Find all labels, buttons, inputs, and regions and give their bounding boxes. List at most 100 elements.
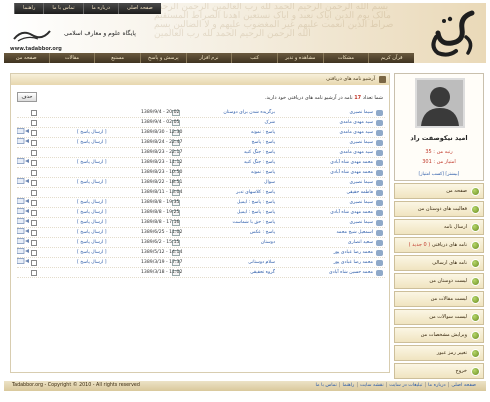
main-nav-my-page[interactable]: صفحه من — [4, 53, 49, 63]
message-row[interactable]: سید مهدی مامدی شرک 1389/9/4 - 02:05 — [17, 118, 385, 128]
reply-icon[interactable] — [16, 128, 29, 134]
message-sender[interactable]: سعید انصاری — [311, 239, 373, 247]
reply-icon[interactable] — [16, 138, 29, 144]
sidebar-item[interactable]: صفحه من — [394, 183, 484, 199]
reply-link[interactable]: [ ارسال پاسخ ] — [77, 209, 127, 217]
avatar[interactable] — [415, 78, 465, 128]
main-nav-tadabbor[interactable]: مشاهده و تدبر — [276, 53, 323, 63]
reply-link[interactable]: [ ارسال پاسخ ] — [77, 239, 127, 247]
message-row[interactable]: محمد رضا عبادی پور 1389/5/12 - 14:14 [ ارس… — [16, 248, 385, 258]
sidebar-item[interactable]: لیست مقالات من — [394, 291, 484, 307]
reply-icon[interactable] — [16, 178, 29, 184]
message-checkbox[interactable] — [31, 170, 37, 176]
message-checkbox[interactable] — [31, 180, 37, 186]
message-sender[interactable]: سید مهدی مامدی — [311, 129, 373, 137]
message-sender[interactable]: محمد مهدی شاه آبادی — [311, 159, 373, 167]
message-checkbox[interactable] — [31, 230, 37, 236]
message-row[interactable]: محمد مهدی شاه آبادی پاسخ : جنگ کنید 1389/8… — [16, 158, 385, 168]
message-checkbox[interactable] — [31, 220, 37, 226]
message-row[interactable]: سیما نصیری پاسخ : پاسخ 1389/8/24 - 22:47[ … — [16, 138, 385, 148]
message-sender[interactable]: سیما نصیری — [311, 139, 373, 147]
reply-icon[interactable] — [16, 158, 29, 164]
message-sender[interactable]: محمد رضا عبادی پور — [311, 259, 373, 267]
message-checkbox[interactable] — [31, 200, 37, 206]
message-checkbox[interactable] — [31, 160, 37, 166]
message-sender[interactable]: سیما نصیری — [311, 109, 373, 117]
message-checkbox[interactable] — [31, 240, 37, 246]
message-sender[interactable]: سیما نصیری — [311, 179, 373, 187]
message-sender[interactable]: محمد مهدی شاه آبادی — [311, 209, 373, 217]
message-checkbox[interactable] — [31, 260, 37, 266]
delete-button[interactable]: حذف — [17, 92, 37, 102]
message-checkbox[interactable] — [31, 120, 37, 126]
reply-link[interactable]: [ ارسال پاسخ ] — [77, 219, 127, 227]
sidebar-item[interactable]: نامه های ارسالی — [394, 255, 484, 271]
sidebar-item[interactable]: ویرایش مشخصات من — [394, 327, 484, 343]
reply-link[interactable]: [ ارسال پاسخ ] — [77, 179, 127, 187]
message-row[interactable]: سیما نصیری سوال 1389/8/22 - 18:51[ ارسال پ… — [16, 178, 385, 188]
sidebar-item[interactable]: نامه های دریافتی ( 0 جدید ) — [394, 237, 484, 253]
message-sender[interactable]: محمد رضا عبادی پور — [311, 249, 373, 257]
message-checkbox[interactable] — [31, 250, 37, 256]
message-row[interactable]: سیما نصیری برگزیده شدن برای دوستان 1389/9/… — [17, 108, 385, 118]
message-checkbox[interactable] — [31, 190, 37, 196]
footer-link[interactable]: تماس با ما — [316, 383, 337, 388]
message-checkbox[interactable] — [31, 270, 37, 276]
sidebar-item[interactable]: فعالیت های دوستان من — [394, 201, 484, 217]
message-sender[interactable]: سید مهدی مامدی — [311, 149, 373, 157]
sidebar-item[interactable]: تغییر رمز عبور — [394, 345, 484, 361]
reply-icon[interactable] — [16, 198, 29, 204]
message-sender[interactable]: سیما نصیری — [311, 199, 373, 207]
message-row[interactable]: سیما نصیری پاسخ : حق با شماست 1389/8/8 - 1… — [16, 218, 385, 228]
main-nav-articles[interactable]: مقالات — [48, 53, 95, 63]
top-nav-contact[interactable]: تماس با ما — [43, 3, 83, 14]
message-sender[interactable]: سید مهدی مامدی — [311, 119, 373, 127]
reply-icon[interactable] — [16, 258, 29, 264]
footer-link[interactable]: نقشه سایت — [360, 383, 384, 388]
main-nav-books[interactable]: کتب — [231, 53, 277, 63]
reply-link[interactable]: [ ارسال پاسخ ] — [77, 139, 127, 147]
message-row[interactable]: اسمعیل شیخ محمد پاسخ : عکس 1389/6/25 - 11:… — [16, 228, 385, 238]
profile-links[interactable]: [کسب امتیاز] [بیشتر] — [395, 172, 483, 177]
message-row[interactable]: فاطمه حقیقی پاسخ : کلاسهای تدبر 1389/8/11 … — [17, 188, 385, 198]
reply-icon[interactable] — [16, 248, 29, 254]
message-checkbox[interactable] — [31, 150, 37, 156]
reply-link[interactable]: [ ارسال پاسخ ] — [77, 129, 127, 137]
reply-link[interactable]: [ ارسال پاسخ ] — [77, 159, 127, 167]
sidebar-item[interactable]: خروج — [394, 363, 484, 379]
message-row[interactable]: سید مهدی مامدی پاسخ : جنگ کنید 1389/8/23 -… — [17, 148, 385, 158]
message-sender[interactable]: فاطمه حقیقی — [311, 189, 373, 197]
message-row[interactable]: سیما نصیری پاسخ : پاسخ : ایمیل 1389/8/8 - … — [16, 198, 385, 208]
message-row[interactable]: محمد مهدی شاه آبادی پاسخ : نمونه 1389/8/23… — [17, 168, 385, 178]
message-sender[interactable]: اسمعیل شیخ محمد — [311, 229, 373, 237]
reply-icon[interactable] — [16, 228, 29, 234]
reply-link[interactable]: [ ارسال پاسخ ] — [77, 229, 127, 237]
message-checkbox[interactable] — [31, 110, 37, 116]
sidebar-item[interactable]: لیست سوالات من — [394, 309, 484, 325]
main-nav-quran[interactable]: قرآن کریم — [368, 53, 414, 63]
top-nav-home[interactable]: صفحه اصلی — [117, 3, 161, 14]
footer-link[interactable]: راهنما — [342, 383, 354, 388]
message-row[interactable]: سعید انصاری دوستان 1389/6/2 - 15:15[ ارسال… — [16, 238, 385, 248]
reply-link[interactable]: [ ارسال پاسخ ] — [77, 249, 127, 257]
message-sender[interactable]: محمد حسین شاه آبادی — [311, 269, 373, 277]
message-row[interactable]: محمد رضا عبادی پور سلام دوستانی 1389/3/19 … — [16, 258, 385, 268]
footer-link[interactable]: صفحه اصلی — [451, 383, 476, 388]
message-sender[interactable]: محمد مهدی شاه آبادی — [311, 169, 373, 177]
sidebar-item[interactable]: لیست دوستان من — [394, 273, 484, 289]
reply-icon[interactable] — [16, 208, 29, 214]
main-nav-software[interactable]: نرم افزار — [185, 53, 232, 63]
footer-link[interactable]: تبلیغات در سایت — [389, 383, 422, 388]
main-nav-meshkat[interactable]: مشکات — [322, 53, 369, 63]
message-checkbox[interactable] — [31, 130, 37, 136]
site-logo[interactable] — [422, 7, 478, 59]
message-checkbox[interactable] — [31, 140, 37, 146]
message-checkbox[interactable] — [31, 210, 37, 216]
reply-icon[interactable] — [16, 218, 29, 224]
reply-icon[interactable] — [16, 238, 29, 244]
reply-link[interactable]: [ ارسال پاسخ ] — [77, 259, 127, 267]
main-nav-qa[interactable]: پرسش و پاسخ — [139, 53, 186, 63]
message-row[interactable]: سید مهدی مامدی پاسخ : نمونه 1389/8/30 - 12… — [16, 128, 385, 138]
message-sender[interactable]: سیما نصیری — [311, 219, 373, 227]
sidebar-item[interactable]: ارسال نامه — [394, 219, 484, 235]
